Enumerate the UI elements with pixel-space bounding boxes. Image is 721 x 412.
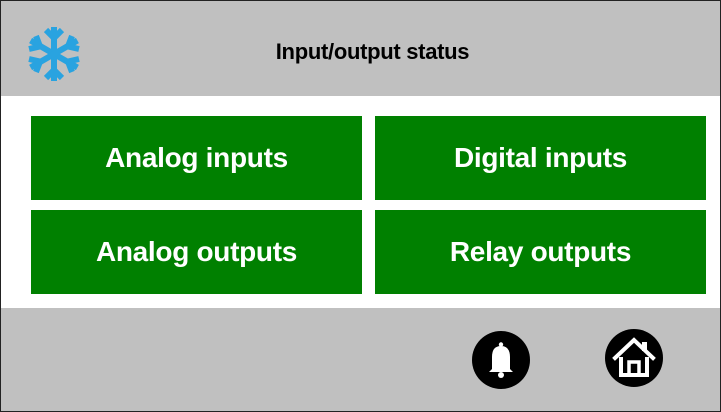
alarm-button[interactable] [472,331,530,389]
header-bar: Input/output status [1,1,720,96]
menu-grid: Analog inputs Digital inputs Analog outp… [1,96,720,308]
home-button[interactable] [605,329,663,387]
relay-outputs-button[interactable]: Relay outputs [375,210,706,294]
analog-outputs-button[interactable]: Analog outputs [31,210,362,294]
analog-inputs-button[interactable]: Analog inputs [31,116,362,200]
footer-bar [1,308,720,411]
page-title: Input/output status [275,39,470,64]
digital-inputs-button[interactable]: Digital inputs [375,116,706,200]
screen: Input/output status Analog inputs Digita… [0,0,721,412]
